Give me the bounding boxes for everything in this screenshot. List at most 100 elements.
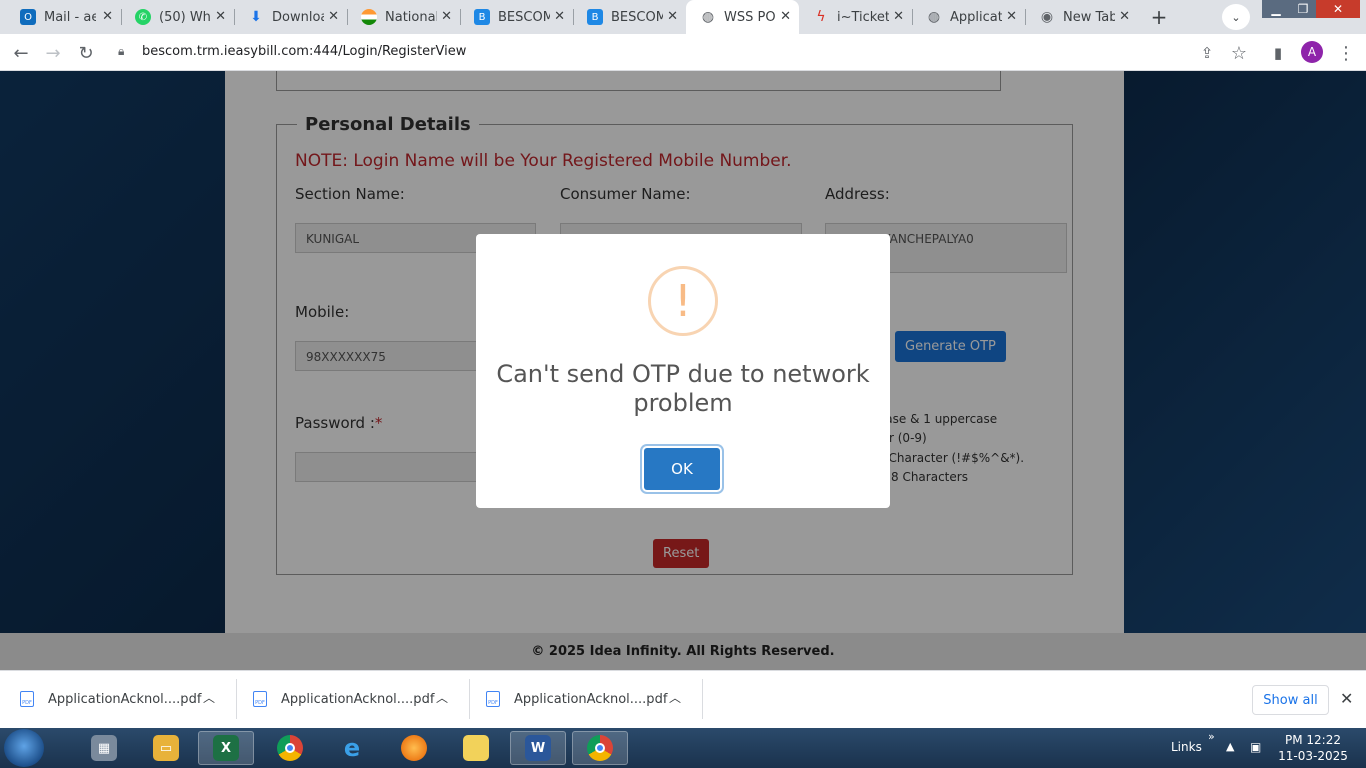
tab-title: Downloads	[272, 9, 324, 25]
side-panel-icon[interactable]: ▮	[1265, 40, 1291, 66]
close-icon[interactable]: ✕	[780, 9, 791, 24]
tab-title: Mail - aee	[44, 9, 96, 25]
pdf-file-icon: PDF	[486, 691, 500, 707]
download-item[interactable]: PDF ApplicationAcknol....pdf ︿	[233, 681, 466, 717]
download-item[interactable]: PDF ApplicationAcknol....pdf ︿	[466, 681, 699, 717]
close-icon[interactable]: ✕	[102, 9, 113, 24]
links-toolbar[interactable]: Links	[1171, 740, 1202, 754]
back-button[interactable]: ←	[8, 40, 34, 66]
close-icon[interactable]: ✕	[1340, 689, 1353, 708]
forward-button[interactable]: →	[40, 40, 66, 66]
whatsapp-icon: ✆	[135, 9, 151, 25]
tray-expand-icon[interactable]: ▲	[1226, 740, 1234, 753]
bookmark-star-icon[interactable]: ☆	[1226, 40, 1252, 66]
close-icon[interactable]: ✕	[554, 9, 565, 24]
tab-title: BESCOM	[498, 9, 550, 25]
ie-app[interactable]: e	[324, 731, 380, 765]
download-item[interactable]: PDF ApplicationAcknol....pdf ︿	[0, 681, 233, 717]
folder-icon	[463, 735, 489, 761]
browser-toolbar: ← → ↻ 🔒︎ bescom.trm.ieasybill.com:444/Lo…	[0, 34, 1366, 71]
minimize-button[interactable]: ▁	[1262, 0, 1290, 18]
chrome-icon	[587, 735, 613, 761]
tab-iticket[interactable]: ϟ i~Ticket ✕	[799, 0, 912, 34]
clock-time: PM 12:22	[1285, 733, 1341, 747]
explorer-app[interactable]: ▭	[138, 731, 194, 765]
share-icon[interactable]: ⇪	[1194, 40, 1220, 66]
chrome-icon	[277, 735, 303, 761]
download-separator	[702, 679, 703, 719]
calculator-app[interactable]: ▦	[76, 731, 132, 765]
pdf-file-icon: PDF	[253, 691, 267, 707]
close-icon[interactable]: ✕	[1006, 9, 1017, 24]
tab-title: i~Ticket	[837, 9, 889, 25]
tab-bescom-2[interactable]: B BESCOM ✕	[573, 0, 686, 34]
close-icon[interactable]: ✕	[215, 9, 226, 24]
close-window-button[interactable]: ✕	[1316, 0, 1360, 18]
chrome-app[interactable]	[262, 731, 318, 765]
tab-title: New Tab	[1063, 9, 1115, 25]
tab-mail[interactable]: O Mail - aee ✕	[6, 0, 121, 34]
system-clock[interactable]: PM 12:22 11-03-2025	[1278, 732, 1348, 764]
alert-dialog: ! Can't send OTP due to network problem …	[476, 234, 890, 508]
taskbar: ▦ ▭ X e W Links » ▲ ▣ PM 12:22 11-03-202…	[0, 728, 1366, 768]
start-button[interactable]	[4, 729, 44, 767]
chevron-up-icon[interactable]: ︿	[436, 689, 448, 706]
tab-title: Application	[950, 9, 1002, 25]
close-icon[interactable]: ✕	[441, 9, 452, 24]
tab-downloads[interactable]: ⬇ Downloads ✕	[234, 0, 347, 34]
reload-button[interactable]: ↻	[73, 40, 99, 66]
show-all-button[interactable]: Show all	[1252, 685, 1329, 715]
tab-whatsapp[interactable]: ✆ (50) WhatsApp ✕	[121, 0, 234, 34]
chrome-app-active[interactable]	[572, 731, 628, 765]
close-icon[interactable]: ✕	[667, 9, 678, 24]
excel-icon: X	[213, 735, 239, 761]
address-bar[interactable]: 🔒︎ bescom.trm.ieasybill.com:444/Login/Re…	[110, 38, 1260, 67]
tab-title: (50) WhatsApp	[159, 9, 211, 25]
word-icon: W	[525, 735, 551, 761]
close-icon[interactable]: ✕	[328, 9, 339, 24]
tab-bescom-1[interactable]: B BESCOM ✕	[460, 0, 573, 34]
avatar[interactable]: A	[1301, 41, 1323, 63]
tab-new-tab[interactable]: ◉ New Tab ✕	[1025, 0, 1138, 34]
outlook-icon: O	[20, 9, 36, 25]
firefox-icon	[401, 735, 427, 761]
chevron-up-icon[interactable]: ︿	[669, 689, 681, 706]
menu-kebab-icon[interactable]: ⋮	[1333, 40, 1359, 66]
network-icon[interactable]: ▣	[1250, 740, 1261, 754]
bescom-icon: B	[587, 9, 603, 25]
chevron-double-right-icon[interactable]: »	[1208, 730, 1215, 743]
tab-application[interactable]: ◍ Application ✕	[912, 0, 1025, 34]
globe-icon: ◍	[927, 9, 941, 25]
tab-title: BESCOM	[611, 9, 663, 25]
tab-wss-portal[interactable]: ◍ WSS PORTAL ✕	[686, 0, 799, 34]
lock-icon[interactable]: 🔒︎	[118, 44, 124, 59]
download-filename: ApplicationAcknol....pdf	[48, 691, 202, 707]
download-icon: ⬇	[250, 9, 262, 25]
internet-explorer-icon: e	[343, 734, 361, 762]
warning-icon: !	[648, 266, 718, 336]
bescom-icon: B	[474, 9, 490, 25]
chrome-icon: ◉	[1040, 9, 1054, 25]
maximize-button[interactable]: ❐	[1289, 0, 1317, 18]
tab-search-button[interactable]: ⌄	[1222, 4, 1250, 30]
dialog-message: Can't send OTP due to network problem	[496, 360, 870, 417]
globe-icon: ◍	[701, 9, 715, 25]
chevron-up-icon[interactable]: ︿	[203, 689, 215, 706]
close-icon[interactable]: ✕	[1119, 9, 1130, 24]
ok-button[interactable]: OK	[644, 448, 720, 490]
new-tab-button[interactable]: +	[1145, 4, 1173, 30]
tab-title: National	[385, 9, 437, 25]
pdf-file-icon: PDF	[20, 691, 34, 707]
download-filename: ApplicationAcknol....pdf	[281, 691, 435, 707]
folder-icon: ▭	[153, 735, 179, 761]
word-app[interactable]: W	[510, 731, 566, 765]
firefox-app[interactable]	[386, 731, 442, 765]
folder-app[interactable]	[448, 731, 504, 765]
tab-strip: O Mail - aee ✕ ✆ (50) WhatsApp ✕ ⬇ Downl…	[0, 0, 1366, 34]
downloads-bar: PDF ApplicationAcknol....pdf ︿ PDF Appli…	[0, 670, 1366, 728]
excel-app[interactable]: X	[198, 731, 254, 765]
url-text: bescom.trm.ieasybill.com:444/Login/Regis…	[142, 44, 467, 59]
tab-national[interactable]: National ✕	[347, 0, 460, 34]
close-icon[interactable]: ✕	[893, 9, 904, 24]
tab-title: WSS PORTAL	[724, 9, 776, 25]
